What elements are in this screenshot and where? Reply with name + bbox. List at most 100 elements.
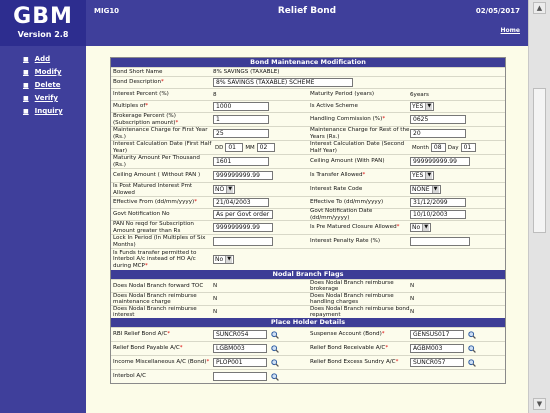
sidebar-item-label: Verify [34, 94, 58, 102]
transfer-label-text: Is Transfer Allowed [310, 172, 363, 179]
sidebar-item-add[interactable]: ■ Add [23, 54, 63, 64]
payable-account-label: Relief Bond Payable A/C* [113, 345, 183, 352]
rbi-account-input[interactable]: SUNCR054 [213, 330, 267, 339]
lockin-input[interactable] [213, 237, 273, 246]
month-input[interactable]: 08 [430, 143, 446, 152]
suspense-account-label-text: Suspense Account (Bond) [310, 331, 382, 338]
form-row: Lock In Period (In Multiples of Six Mont… [111, 234, 505, 248]
mm-input[interactable]: 02 [256, 143, 275, 152]
dd-label: DD [215, 144, 224, 151]
nodal-brokerage-value: N [410, 283, 415, 289]
dd-input[interactable]: 01 [225, 143, 244, 152]
pan-input[interactable]: 999999999.99 [213, 223, 273, 232]
govt-date-input[interactable]: 10/10/2003 [410, 210, 466, 219]
sidebar-item-label: Delete [34, 81, 61, 89]
handling-input[interactable]: 0625 [410, 115, 466, 124]
brokerage-label-text: Brokerage Percent (%) (Subscription amou… [113, 113, 176, 126]
income-account-input[interactable]: PLOP001 [213, 358, 267, 367]
sidebar-item-label: Modify [34, 68, 62, 76]
rate-code-select[interactable]: NONE ▼ [410, 185, 441, 194]
search-icon[interactable] [271, 330, 279, 339]
maint-first-label: Maintenance Charge for First Year (Rs.) [113, 127, 208, 140]
pre-mat-label: Is Pre Matured Closure Allowed* [310, 224, 400, 231]
form-row: Multiples of* 1000 Is Active Scheme YES ▼ [111, 100, 505, 112]
form-row: RBI Relief Bond A/C* SUNCR054 Suspense Ac… [111, 327, 505, 341]
maint-first-input[interactable]: 25 [213, 129, 269, 138]
form-row: Interbol A/C [111, 369, 505, 383]
receivable-account-input[interactable]: AGBM003 [410, 344, 464, 353]
search-icon[interactable] [271, 344, 279, 353]
govt-no-input[interactable]: As per Govt order [213, 210, 273, 219]
home-link[interactable]: Home [501, 27, 520, 34]
sidebar-item-delete[interactable]: ■ Delete [23, 80, 63, 90]
nodal-repayment-value: N [410, 309, 415, 315]
nodal-maint-label: Does Nodal Branch reimburse maintenance … [113, 292, 197, 306]
section-header-maintenance: Bond Maintenance Modification [111, 58, 505, 67]
bullet-icon: ■ [23, 55, 29, 63]
form-row: Does Nodal Branch reimburse maintenance … [111, 292, 505, 305]
month-label: Month [412, 144, 429, 151]
pre-mat-value: No [412, 224, 421, 231]
sidebar-item-modify[interactable]: ■ Modify [23, 67, 63, 77]
description-label-text: Bond Description [113, 79, 161, 86]
maint-rest-label: Maintenance Charge for Rest of the Years… [310, 127, 410, 140]
transfer-value: YES [412, 172, 424, 179]
active-scheme-select[interactable]: YES ▼ [410, 102, 435, 111]
description-input[interactable]: 8% SAVINGS (TAXABLE) SCHEME [213, 78, 353, 87]
form-row: Is Funds transfer permitted to Interbol … [111, 248, 505, 270]
maturity-amount-input[interactable]: 1601 [213, 157, 269, 166]
calc-second-label: Interest Calculation Date (Second Half Y… [310, 141, 405, 154]
payable-account-label-text: Relief Bond Payable A/C [113, 345, 180, 352]
form-row: Brokerage Percent (%) (Subscription amou… [111, 112, 505, 126]
funds-transfer-select[interactable]: No ▼ [213, 255, 235, 264]
rate-code-label: Interest Rate Code [310, 186, 363, 193]
excess-account-label-text: Relief Bond Excess Sundry A/C [310, 359, 396, 366]
multiples-input[interactable]: 1000 [213, 102, 269, 111]
post-mat-label: Is Post Matured Interest Pmt Allowed [113, 183, 193, 196]
scroll-down-icon[interactable]: ▼ [533, 398, 546, 410]
pre-mat-select[interactable]: No ▼ [410, 223, 432, 232]
scroll-up-icon[interactable]: ▲ [533, 2, 546, 14]
pan-label: PAN No reqd for Subscription Amount grea… [113, 221, 194, 234]
suspense-account-input[interactable]: GENSUS017 [410, 330, 464, 339]
rbi-account-label-text: RBI Relief Bond A/C [113, 331, 168, 338]
govt-no-label: Govt Notification No [113, 211, 170, 218]
sidebar-item-inquiry[interactable]: ■ Inquiry [23, 106, 63, 116]
form-row: PAN No reqd for Subscription Amount grea… [111, 220, 505, 234]
maint-rest-input[interactable]: 20 [410, 129, 466, 138]
search-icon[interactable] [468, 358, 476, 367]
post-mat-select[interactable]: NO ▼ [213, 185, 236, 194]
eff-to-input[interactable]: 31/12/2099 [410, 198, 466, 207]
brokerage-input[interactable]: 1 [213, 115, 269, 124]
search-icon[interactable] [271, 358, 279, 367]
transfer-select[interactable]: YES ▼ [410, 171, 435, 180]
calc-first-label: Interest Calculation Date (First Half Ye… [113, 141, 212, 154]
nodal-toc-value: N [213, 283, 218, 289]
sidebar: ■ Add ■ Modify ■ Delete ■ Verify ■ Inquiry [0, 46, 86, 413]
search-icon[interactable] [468, 344, 476, 353]
eff-to-label: Effective To (dd/mm/yyyy) [310, 199, 384, 206]
scrollbar-thumb[interactable] [533, 88, 546, 233]
income-account-label-text: Income Miscellaneous A/C (Bond) [113, 359, 207, 366]
bond-form: Bond Maintenance Modification Bond Short… [110, 57, 506, 384]
excess-account-input[interactable]: SUNCR057 [410, 358, 464, 367]
payable-account-input[interactable]: LGBM003 [213, 344, 267, 353]
multiples-label: Multiples of* [113, 103, 149, 110]
sidebar-item-verify[interactable]: ■ Verify [23, 93, 63, 103]
ceiling-pan-input[interactable]: 999999999.99 [410, 157, 470, 166]
eff-from-label-text: Effective From (dd/mm/yyyy) [113, 199, 195, 206]
day-input[interactable]: 01 [460, 143, 476, 152]
vertical-scrollbar[interactable]: ▲ ▼ [528, 0, 550, 413]
chevron-down-icon: ▼ [226, 186, 234, 193]
search-icon[interactable] [468, 330, 476, 339]
description-label: Bond Description* [113, 79, 164, 86]
interbol-account-input[interactable] [213, 372, 267, 381]
eff-from-input[interactable]: 21/04/2003 [213, 198, 269, 207]
mm-label: MM [245, 144, 255, 151]
multiples-label-text: Multiples of [113, 103, 146, 110]
penalty-input[interactable] [410, 237, 470, 246]
form-row: Interest Calculation Date (First Half Ye… [111, 140, 505, 154]
page-title: Relief Bond [277, 6, 337, 16]
search-icon[interactable] [271, 372, 279, 381]
ceiling-nopan-input[interactable]: 999999999.99 [213, 171, 273, 180]
